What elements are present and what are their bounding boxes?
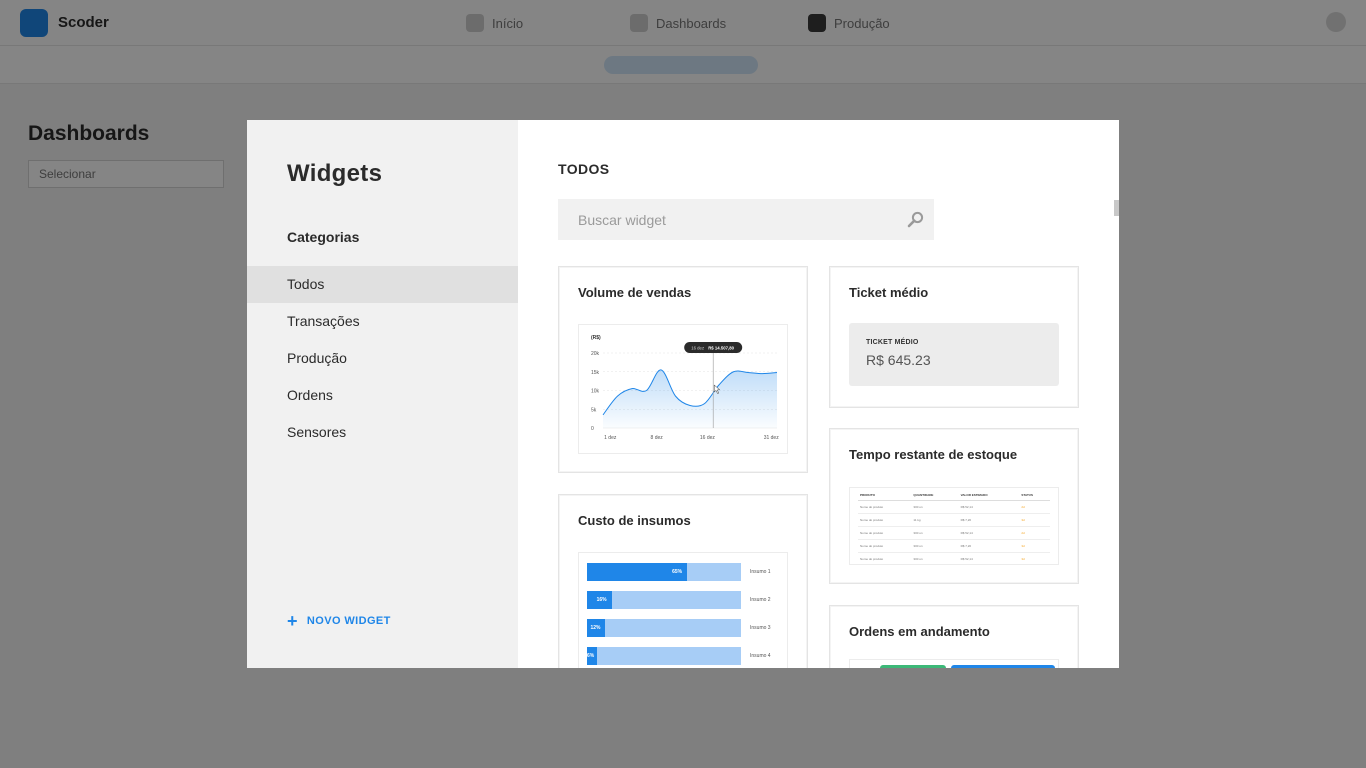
- area-fill: [603, 369, 777, 428]
- widgets-content: TODOS Volume de vendas (R$) 0 5k 10k 15k 20k…: [518, 120, 1119, 668]
- table-cell: 300 un: [911, 526, 959, 540]
- category-item-sensores[interactable]: Sensores: [247, 414, 518, 451]
- scrollbar-thumb[interactable]: [1114, 200, 1119, 216]
- widget-title: Tempo restante de estoque: [849, 447, 1018, 462]
- status-badge: 2d: [1019, 526, 1050, 540]
- ticket-value: R$ 645.23: [866, 352, 931, 368]
- status-badge: 3d: [1019, 552, 1050, 564]
- table-cell: R$ 52,14: [958, 552, 1020, 564]
- table-row: Nome do produto 300 un R$ 52,14 2d: [858, 526, 1050, 540]
- column-header: STATUS: [1019, 490, 1050, 501]
- table-cell: Nome do produto: [858, 500, 912, 514]
- widget-title: Ticket médio: [849, 285, 929, 300]
- table-cell: 11 kg: [911, 513, 959, 527]
- widget-card-ticket[interactable]: Ticket médio TICKET MÉDIO R$ 645.23: [829, 266, 1079, 408]
- widget-card-input-cost[interactable]: Custo de insumos 65% Insumo 1 16% Insumo 21…: [558, 494, 808, 668]
- table-cell: R$ 52,14: [958, 526, 1020, 540]
- table-cell: R$ 7,20: [958, 539, 1020, 553]
- table-cell: 300 un: [911, 539, 959, 553]
- widget-card-stock-time[interactable]: Tempo restante de estoque PRODUTO QUANTI…: [829, 428, 1079, 584]
- bar-row: 6% Insumo 4: [587, 647, 787, 665]
- ticket-label: TICKET MÉDIO: [866, 339, 919, 346]
- category-item-producao[interactable]: Produção: [247, 340, 518, 377]
- x-tick-label: 1 dez: [604, 435, 617, 441]
- bar-row: 12% Insumo 3: [587, 619, 787, 637]
- x-tick-label: 16 dez: [700, 435, 716, 441]
- stock-table-preview: PRODUTO QUANTIDADE VALOR ESTIMADO STATUS…: [849, 487, 1059, 565]
- status-badge: 2d: [1019, 500, 1050, 514]
- x-tick-label: 8 dez: [651, 435, 664, 441]
- ticket-preview: TICKET MÉDIO R$ 645.23: [849, 323, 1059, 386]
- table-cell: R$ 52,14: [958, 500, 1020, 514]
- y-axis-label: (R$): [591, 335, 601, 341]
- category-item-ordens[interactable]: Ordens: [247, 377, 518, 414]
- orders-status-block: [880, 665, 946, 668]
- bar-label: Insumo 3: [750, 625, 771, 631]
- table-header-row: PRODUTO QUANTIDADE VALOR ESTIMADO STATUS: [858, 490, 1050, 501]
- x-tick-label: 31 dez: [764, 435, 780, 441]
- bar-label: Insumo 2: [750, 597, 771, 603]
- table-row: Nome do produto 11 kg R$ 7,20 3d: [858, 513, 1050, 527]
- bar-row: 16% Insumo 2: [587, 591, 787, 609]
- tooltip-date: 16 dez: [691, 345, 704, 350]
- table-cell: 300 un: [911, 552, 959, 564]
- content-heading: TODOS: [558, 161, 610, 177]
- bar-label: Insumo 1: [750, 569, 771, 575]
- plus-icon: +: [287, 611, 298, 631]
- y-tick-label: 5k: [591, 407, 597, 413]
- widget-title: Ordens em andamento: [849, 624, 990, 639]
- category-item-transacoes[interactable]: Transações: [247, 303, 518, 340]
- categories-heading: Categorias: [287, 229, 360, 245]
- stock-table: PRODUTO QUANTIDADE VALOR ESTIMADO STATUS…: [858, 490, 1050, 564]
- table-row: Nome do produto 300 un R$ 52,14 3d: [858, 552, 1050, 564]
- bar-track: 16%: [587, 591, 741, 609]
- category-list: Todos Transações Produção Ordens Sensore…: [247, 266, 518, 451]
- y-tick-label: 0: [591, 426, 594, 432]
- bar-row: 65% Insumo 1: [587, 563, 787, 581]
- widget-card-orders[interactable]: Ordens em andamento: [829, 605, 1079, 668]
- y-tick-label: 20k: [591, 351, 600, 357]
- y-tick-label: 10k: [591, 389, 600, 395]
- y-tick-label: 15k: [591, 370, 600, 376]
- bar: 12%: [587, 619, 606, 637]
- column-header: VALOR ESTIMADO: [958, 490, 1020, 501]
- widget-title: Volume de vendas: [578, 285, 692, 300]
- bar: 65%: [587, 563, 688, 581]
- column-header: QUANTIDADE: [911, 490, 959, 501]
- search-icon[interactable]: [907, 211, 924, 228]
- table-cell: 300 un: [911, 500, 959, 514]
- table-row: Nome do produto 300 un R$ 7,20 3d: [858, 539, 1050, 553]
- input-cost-chart-preview: 65% Insumo 1 16% Insumo 2 12% Insumo 3 6% Insum…: [578, 552, 788, 668]
- search-input[interactable]: [558, 199, 934, 240]
- orders-preview: [849, 659, 1059, 668]
- bar-track: 6%: [587, 647, 741, 665]
- bar-track: 12%: [587, 619, 741, 637]
- orders-status-block: [951, 665, 1055, 668]
- bar: 16%: [587, 591, 612, 609]
- new-widget-button[interactable]: + NOVO WIDGET: [287, 611, 391, 631]
- status-badge: 3d: [1019, 513, 1050, 527]
- table-cell: Nome do produto: [858, 526, 912, 540]
- modal-title: Widgets: [287, 160, 383, 187]
- tooltip-value: R$ 14.507,80: [708, 345, 734, 350]
- column-header: PRODUTO: [858, 490, 912, 501]
- widgets-modal: Widgets Categorias Todos Transações Prod…: [247, 120, 1119, 668]
- new-widget-label: NOVO WIDGET: [306, 615, 391, 627]
- table-cell: Nome do produto: [858, 513, 912, 527]
- bar: 6%: [587, 647, 597, 665]
- sales-area-chart: (R$) 0 5k 10k 15k 20k 1 dez 8 dez 16 dez 31 dez 1…: [591, 335, 780, 441]
- table-cell: Nome do produto: [858, 552, 912, 564]
- widgets-sidebar: Widgets Categorias Todos Transações Prod…: [247, 120, 518, 668]
- sales-chart-preview: (R$) 0 5k 10k 15k 20k 1 dez 8 dez 16 dez 31 dez 1…: [578, 324, 788, 454]
- widget-card-sales-volume[interactable]: Volume de vendas (R$) 0 5k 10k 15k 20k 1 dez 8…: [558, 266, 808, 473]
- bar-label: Insumo 4: [750, 653, 771, 659]
- widget-title: Custo de insumos: [578, 513, 691, 528]
- category-item-todos[interactable]: Todos: [247, 266, 518, 303]
- table-row: Nome do produto 300 un R$ 52,14 2d: [858, 500, 1050, 514]
- bar-track: 65%: [587, 563, 741, 581]
- table-cell: R$ 7,20: [958, 513, 1020, 527]
- table-cell: Nome do produto: [858, 539, 912, 553]
- status-badge: 3d: [1019, 539, 1050, 553]
- search-box: [558, 199, 934, 240]
